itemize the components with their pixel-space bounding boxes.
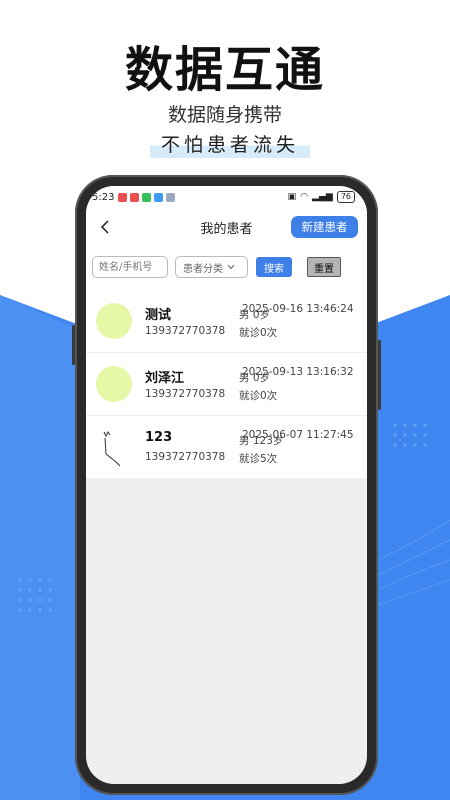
patient-phone: 139372770378 bbox=[145, 388, 226, 400]
phone-frame: 5:23 ▣ ◠ ▂▄▆ 76 我的患者 新建患者 患者分类 bbox=[72, 175, 381, 795]
wechat-icon bbox=[142, 192, 152, 202]
category-select-label: 患者分类 bbox=[183, 263, 223, 275]
patient-phone: 139372770378 bbox=[145, 451, 226, 463]
promo-tagline: 不怕患者流失 bbox=[150, 130, 310, 158]
patient-phone: 139372770378 bbox=[145, 325, 226, 337]
cloud-icon bbox=[166, 192, 176, 202]
signal-icon: ▂▄▆ bbox=[312, 192, 333, 202]
patient-visit-count: 就诊5次 bbox=[239, 453, 278, 465]
status-bar: 5:23 ▣ ◠ ▂▄▆ 76 bbox=[86, 186, 367, 208]
patient-name: 123 bbox=[145, 430, 173, 445]
status-time: 5:23 bbox=[92, 191, 115, 203]
phone-side-button bbox=[378, 340, 381, 410]
chevron-down-icon bbox=[227, 264, 235, 270]
patient-visit-count: 就诊0次 bbox=[239, 327, 278, 339]
patient-name: 刘泽江 bbox=[145, 371, 185, 386]
promo-headline: 数据互通 bbox=[124, 42, 325, 98]
patient-list: 测试 139372770378 男 0岁 2025-09-16 13:46:24… bbox=[86, 290, 367, 479]
app-icon bbox=[154, 192, 164, 202]
patient-row[interactable]: 测试 139372770378 男 0岁 2025-09-16 13:46:24… bbox=[86, 290, 367, 352]
new-patient-button[interactable]: 新建患者 bbox=[291, 216, 358, 238]
patient-name: 测试 bbox=[145, 308, 172, 323]
status-icons: ▣ ◠ ▂▄▆ 76 bbox=[288, 191, 355, 203]
notification-icon bbox=[118, 192, 128, 202]
nav-bar: 我的患者 新建患者 bbox=[86, 208, 367, 246]
avatar bbox=[96, 303, 132, 339]
patient-last-visit: 2025-09-16 13:46:24 bbox=[242, 303, 354, 315]
promo-subtitle: 数据随身携带 bbox=[167, 104, 282, 126]
search-input[interactable] bbox=[92, 256, 168, 278]
category-select[interactable]: 患者分类 bbox=[175, 256, 248, 278]
wifi-icon: ◠ bbox=[300, 192, 309, 202]
reset-button[interactable]: 重置 bbox=[307, 257, 341, 277]
patient-last-visit: 2025-09-13 13:16:32 bbox=[242, 366, 354, 378]
phone-screen: 5:23 ▣ ◠ ▂▄▆ 76 我的患者 新建患者 患者分类 bbox=[86, 186, 367, 784]
battery-icon: 76 bbox=[336, 191, 355, 203]
nfc-icon: ▣ bbox=[287, 192, 297, 202]
search-button[interactable]: 搜索 bbox=[256, 257, 292, 277]
patient-row[interactable]: 刘泽江 139372770378 男 0岁 2025-09-13 13:16:3… bbox=[86, 353, 367, 415]
patient-visit-count: 就诊0次 bbox=[239, 390, 278, 402]
avatar bbox=[96, 366, 132, 402]
phone-side-button bbox=[72, 325, 75, 365]
avatar bbox=[103, 431, 121, 467]
filter-bar: 患者分类 搜索 重置 bbox=[86, 246, 367, 290]
patient-row[interactable]: 123 139372770378 男 123岁 2025-06-07 11:27… bbox=[86, 416, 367, 478]
patient-last-visit: 2025-06-07 11:27:45 bbox=[242, 429, 354, 441]
notification-icon bbox=[130, 192, 140, 202]
